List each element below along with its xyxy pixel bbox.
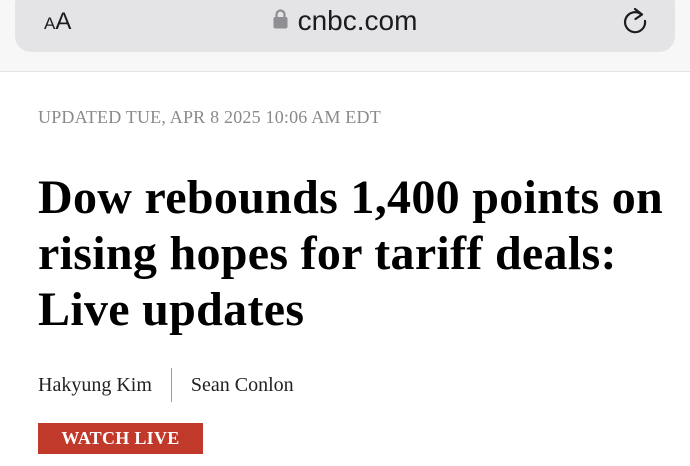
updated-timestamp: UPDATED TUE, APR 8 2025 10:06 AM EDT bbox=[38, 107, 381, 127]
byline: Hakyung Kim Sean Conlon bbox=[38, 368, 294, 402]
url-display[interactable]: cnbc.com bbox=[0, 4, 690, 40]
author-link-sean-conlon[interactable]: Sean Conlon bbox=[191, 374, 294, 397]
browser-address-bar: AA cnbc.com bbox=[0, 0, 690, 72]
watch-live-button[interactable]: WATCH LIVE bbox=[38, 423, 203, 454]
url-text: cnbc.com bbox=[297, 5, 418, 36]
article-headline: Dow rebounds 1,400 points on rising hope… bbox=[38, 171, 664, 336]
reload-icon[interactable] bbox=[619, 5, 651, 42]
byline-divider bbox=[170, 368, 172, 402]
author-link-hakyung-kim[interactable]: Hakyung Kim bbox=[38, 374, 152, 397]
lock-icon bbox=[273, 3, 288, 37]
